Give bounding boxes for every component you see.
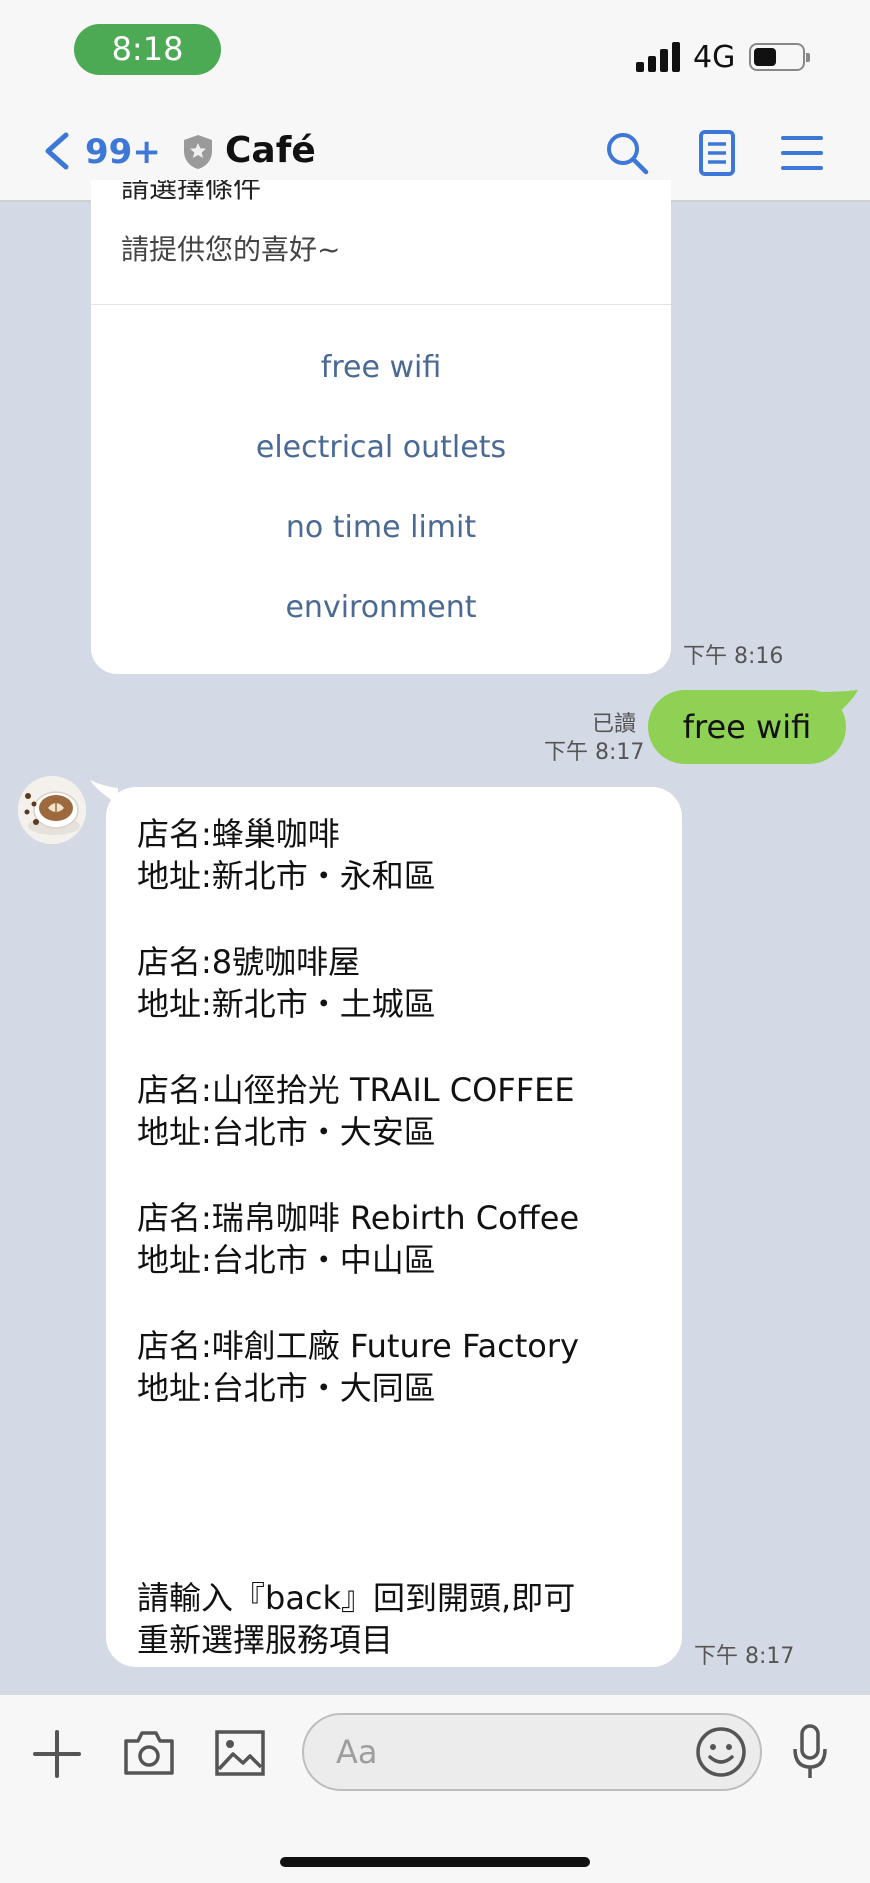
search-icon[interactable] <box>604 130 650 176</box>
emoji-icon[interactable] <box>694 1725 748 1779</box>
message-timestamp: 下午 8:17 <box>694 1644 795 1669</box>
home-indicator[interactable] <box>280 1857 590 1867</box>
back-chevron-icon[interactable] <box>40 132 74 170</box>
card-title: 請選擇條件 <box>121 180 262 204</box>
message-line: 店名:8號咖啡屋 <box>137 943 361 981</box>
message-timestamp: 下午 8:17 <box>544 740 645 765</box>
shield-icon <box>184 135 212 169</box>
camera-icon[interactable] <box>122 1729 176 1777</box>
coffee-cup-icon <box>18 776 86 844</box>
message-line: 地址:台北市・大安區 <box>137 1113 436 1151</box>
message-line: 重新選擇服務項目 <box>137 1621 394 1659</box>
message-line: 地址:新北市・土城區 <box>137 985 436 1023</box>
message-line: 地址:台北市・大同區 <box>137 1369 436 1407</box>
network-type: 4G <box>693 40 736 75</box>
status-time[interactable]: 8:18 <box>74 24 221 75</box>
message-line: 店名:啡創工廠 Future Factory <box>137 1327 579 1365</box>
message-line: 店名:山徑拾光 TRAIL COFFEE <box>137 1071 575 1109</box>
message-timestamp: 下午 8:16 <box>683 644 784 669</box>
chat-title: Café <box>225 130 316 171</box>
plus-icon[interactable] <box>32 1729 82 1779</box>
message-line: 請輸入『back』回到開頭,即可 <box>137 1579 576 1617</box>
card-subtitle: 請提供您的喜好~ <box>121 233 341 266</box>
signal-icon <box>636 42 680 72</box>
status-bar: 8:18 4G <box>0 0 870 96</box>
menu-icon[interactable] <box>780 130 826 176</box>
card-action-free-wifi[interactable]: free wifi <box>91 350 671 385</box>
message-line: 地址:台北市・中山區 <box>137 1241 436 1279</box>
message-line: 店名:蜂巢咖啡 <box>137 815 340 853</box>
battery-icon <box>749 43 810 71</box>
card-action-electrical-outlets[interactable]: electrical outlets <box>91 430 671 465</box>
avatar[interactable] <box>18 776 86 844</box>
image-icon[interactable] <box>214 1729 266 1777</box>
quick-reply-card: 請選擇條件 請提供您的喜好~ free wifi electrical outl… <box>91 180 671 674</box>
card-divider <box>91 304 671 305</box>
card-action-no-time-limit[interactable]: no time limit <box>91 510 671 545</box>
outgoing-message[interactable]: free wifi <box>648 690 846 764</box>
message-line: 地址:新北市・永和區 <box>137 857 436 895</box>
message-input-bar <box>0 1694 870 1883</box>
microphone-icon[interactable] <box>790 1723 830 1781</box>
notes-icon[interactable] <box>696 130 742 176</box>
unread-count[interactable]: 99+ <box>85 132 161 172</box>
message-line: 店名:瑞帛咖啡 Rebirth Coffee <box>137 1199 580 1237</box>
card-action-environment[interactable]: environment <box>91 590 671 625</box>
incoming-message[interactable]: 店名:蜂巢咖啡 地址:新北市・永和區 店名:8號咖啡屋 地址:新北市・土城區 店… <box>106 787 682 1667</box>
message-input[interactable] <box>302 1713 762 1791</box>
